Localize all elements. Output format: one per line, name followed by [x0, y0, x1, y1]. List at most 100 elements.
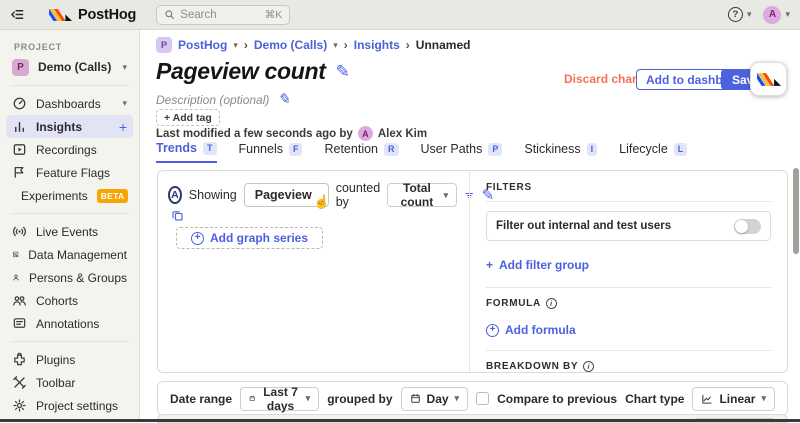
chevron-down-icon: ▾	[306, 394, 311, 403]
add-formula-button[interactable]: + Add formula	[486, 323, 576, 337]
tab-lifecycle[interactable]: Lifecycle L	[619, 141, 687, 163]
shortcut-badge: R	[384, 143, 399, 156]
collapse-sidebar-button[interactable]	[10, 7, 25, 22]
posthog-logo[interactable]: PostHog	[49, 7, 136, 23]
sidebar-item-insights[interactable]: Insights +	[6, 115, 133, 138]
tab-user-paths[interactable]: User Paths P	[421, 141, 503, 163]
sidebar-item-dashboards[interactable]: Dashboards ▾	[0, 92, 139, 115]
last-modified: Last modified a few seconds ago by A Ale…	[156, 126, 427, 141]
chevron-down-icon: ▾	[122, 99, 127, 108]
sidebar-item-data-management[interactable]: Data Management	[0, 243, 139, 266]
divider	[10, 85, 129, 86]
sidebar: PROJECT P Demo (Calls) ▾ Dashboards ▾ In…	[0, 30, 140, 422]
event-select-button[interactable]: Pageview ☝	[244, 183, 329, 207]
sidebar-item-cohorts[interactable]: Cohorts	[0, 289, 139, 312]
divider	[486, 201, 771, 202]
project-selector[interactable]: P Demo (Calls) ▾	[0, 55, 139, 79]
shortcut-badge: P	[488, 143, 502, 156]
flag-icon	[12, 165, 27, 180]
breadcrumb-org[interactable]: PostHog	[178, 38, 227, 52]
search-shortcut: ⌘K	[265, 9, 283, 21]
cursor-overlay	[750, 62, 787, 96]
sidebar-item-project-settings[interactable]: Project settings	[0, 394, 139, 417]
internal-users-toggle[interactable]	[734, 219, 761, 234]
calendar-icon	[410, 393, 421, 404]
play-icon	[12, 142, 27, 157]
tab-stickiness[interactable]: Stickiness I	[524, 141, 597, 163]
copy-series-icon[interactable]	[171, 209, 184, 222]
logo-text: PostHog	[78, 7, 136, 23]
org-badge: P	[156, 37, 172, 53]
sidebar-item-recordings[interactable]: Recordings	[0, 138, 139, 161]
gauge-icon	[12, 96, 27, 111]
divider	[486, 287, 771, 288]
new-insight-button[interactable]: +	[119, 119, 127, 135]
breadcrumb-separator: ›	[344, 38, 348, 52]
chevron-down-icon: ▾	[785, 10, 790, 19]
aggregation-select[interactable]: Total count ▾	[387, 183, 457, 207]
tab-retention[interactable]: Retention R	[324, 141, 398, 163]
add-filter-group-button[interactable]: + Add filter group	[486, 258, 589, 272]
filters-pane: FILTERS Filter out internal and test use…	[469, 171, 787, 372]
description-placeholder: Description (optional)	[156, 93, 269, 107]
internal-users-label: Filter out internal and test users	[496, 220, 726, 232]
sidebar-item-feature-flags[interactable]: Feature Flags	[0, 161, 139, 184]
breadcrumb-project[interactable]: Demo (Calls)	[254, 38, 327, 52]
user-avatar[interactable]: A	[763, 6, 781, 24]
info-icon[interactable]: i	[583, 361, 594, 372]
info-icon[interactable]: i	[546, 298, 557, 309]
divider	[486, 350, 771, 351]
edit-description-icon[interactable]: ✎	[277, 92, 290, 107]
tab-trends[interactable]: Trends T	[156, 141, 217, 163]
chart-type-label: Chart type	[625, 392, 684, 406]
scrollbar[interactable]	[793, 168, 799, 254]
chart-type-select[interactable]: Linear ▾	[692, 387, 775, 411]
calendar-icon	[249, 393, 255, 404]
search-input[interactable]: Search ⌘K	[156, 5, 290, 25]
breadcrumb-current: Unnamed	[416, 38, 471, 52]
sidebar-item-live-events[interactable]: Live Events	[0, 220, 139, 243]
page-title: Pageview count	[156, 58, 326, 85]
breadcrumb-insights[interactable]: Insights	[354, 38, 400, 52]
modifier-name: Alex Kim	[378, 128, 427, 140]
help-icon[interactable]: ?	[728, 7, 743, 22]
shortcut-badge: L	[674, 143, 688, 156]
breakdown-heading: BREAKDOWN BY i	[486, 361, 771, 372]
search-icon	[164, 9, 175, 20]
main-content: P PostHog ▾ › Demo (Calls) ▾ › Insights …	[140, 30, 800, 422]
grouped-by-label: grouped by	[327, 392, 392, 406]
date-range-select[interactable]: Last 7 days ▾	[240, 387, 319, 411]
edit-title-icon[interactable]: ✎	[336, 63, 350, 80]
sidebar-item-toolbar[interactable]: Toolbar	[0, 371, 139, 394]
breadcrumb: P PostHog ▾ › Demo (Calls) ▾ › Insights …	[156, 37, 470, 53]
chevron-down-icon: ▾	[747, 10, 752, 19]
sidebar-item-experiments[interactable]: Experiments BETA	[0, 184, 139, 207]
sidebar-item-plugins[interactable]: Plugins	[0, 348, 139, 371]
tab-funnels[interactable]: Funnels F	[239, 141, 303, 163]
counted-by-label: counted by	[336, 181, 380, 209]
shortcut-badge: I	[587, 143, 598, 156]
chevron-down-icon: ▾	[761, 394, 766, 403]
hand-cursor-icon: ☝	[314, 194, 330, 210]
puzzle-icon	[12, 352, 27, 367]
project-section-label: PROJECT	[14, 42, 139, 52]
compare-checkbox[interactable]	[476, 392, 489, 405]
collapse-sidebar-icon	[10, 7, 25, 22]
series-pane: A Showing Pageview ☝ counted by Total co…	[158, 171, 469, 372]
posthog-cursor-logomark	[757, 71, 781, 88]
person-icon	[12, 270, 20, 285]
tools-icon	[12, 375, 27, 390]
interval-select[interactable]: Day ▾	[401, 387, 469, 411]
insight-controls-bar: Date range Last 7 days ▾ grouped by Day …	[157, 381, 788, 416]
filters-heading: FILTERS	[486, 182, 771, 193]
add-tag-button[interactable]: + Add tag	[156, 109, 220, 126]
add-graph-series-button[interactable]: + Add graph series	[176, 227, 323, 249]
shortcut-badge: T	[203, 142, 217, 155]
toggle-knob	[735, 220, 748, 233]
sidebar-item-persons-groups[interactable]: Persons & Groups	[0, 266, 139, 289]
sidebar-item-annotations[interactable]: Annotations	[0, 312, 139, 335]
divider	[10, 341, 129, 342]
breadcrumb-separator: ›	[244, 38, 248, 52]
series-badge[interactable]: A	[168, 186, 182, 204]
line-chart-icon	[701, 393, 713, 405]
